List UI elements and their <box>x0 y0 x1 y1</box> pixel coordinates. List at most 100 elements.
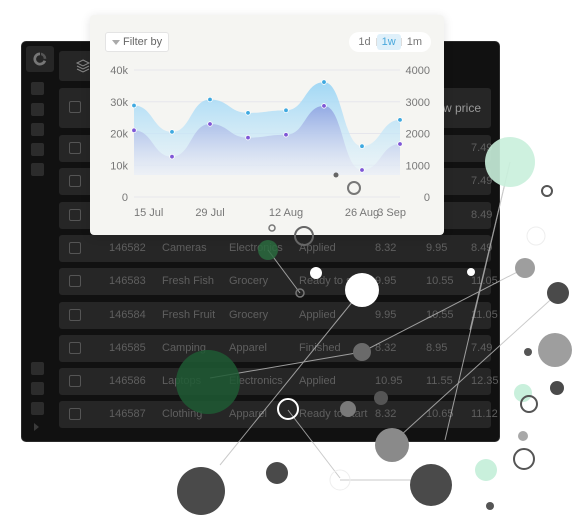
series-purple-point <box>283 132 289 138</box>
row-checkbox[interactable] <box>69 308 81 321</box>
cell-product: Fresh Fish <box>162 275 214 288</box>
cell-p2: 10.55 <box>426 275 454 288</box>
sidebar-item[interactable] <box>31 103 44 116</box>
bubble-grey <box>538 333 572 367</box>
row-checkbox[interactable] <box>69 241 81 254</box>
series-blue-point <box>283 107 289 114</box>
layers-icon <box>75 59 91 73</box>
cell-id: 146583 <box>109 275 146 288</box>
sidebar-item[interactable] <box>31 362 44 375</box>
sidebar-item[interactable] <box>31 143 44 156</box>
cell-p3: 11.05 <box>471 308 498 321</box>
sidebar-item[interactable] <box>31 402 44 415</box>
series-blue-point <box>359 143 365 149</box>
ring <box>541 185 553 197</box>
chart-card: Filter by 1d 1w 1m 0 0 10k 1000 20k 2000 30k 30… <box>90 15 444 235</box>
cell-id: 146585 <box>109 341 146 354</box>
y-left-tick-label: 0 <box>122 192 128 204</box>
cell-p2: 10.65 <box>426 408 454 421</box>
bubble-dark <box>486 502 494 510</box>
cell-category: Grocery <box>229 308 269 321</box>
row-checkbox[interactable] <box>69 275 81 288</box>
table-row[interactable]: 146583 Fresh Fish Grocery Ready to start 9.9… <box>59 268 498 296</box>
sidebar-item[interactable] <box>31 123 44 136</box>
cell-p3: 7.49 <box>471 175 493 188</box>
select-all-checkbox[interactable] <box>69 101 81 113</box>
bubble-dark <box>547 282 569 304</box>
series-purple-point <box>169 153 175 160</box>
row-checkbox[interactable] <box>69 408 81 421</box>
ring <box>513 448 535 470</box>
cell-p2: 8.95 <box>426 341 448 354</box>
series-blue-point <box>207 96 213 103</box>
sidebar-item[interactable] <box>31 163 44 176</box>
x-tick-label: 3 Sep <box>377 207 406 219</box>
cell-status: Ready to start <box>299 408 368 421</box>
cell-p1: 8.32 <box>375 341 397 354</box>
cell-product: Camping <box>162 341 207 354</box>
cell-p3: 12.35 <box>471 375 499 388</box>
cell-p3: 7.49 <box>471 142 493 154</box>
cell-p3: 8.49 <box>471 208 493 221</box>
y-left-tick-label: 30k <box>110 97 128 109</box>
series-blue-point <box>245 110 251 116</box>
y-right-tick-label: 0 <box>424 192 430 204</box>
y-left-tick-label: 40k <box>110 65 128 77</box>
bubble-grey <box>518 431 528 441</box>
table-row[interactable]: 146585 Camping Apparel Finished 8.32 8.95 7.49 <box>59 334 493 362</box>
series-purple-point <box>131 127 137 134</box>
ring <box>329 469 351 491</box>
cell-id: 146586 <box>109 375 146 388</box>
cell-product: Fresh Fruit <box>162 308 216 321</box>
table-row[interactable]: 146586 Laptops Electronics Applied 10.95 11.5… <box>59 368 499 396</box>
cell-p1: 10.95 <box>375 375 403 388</box>
series-purple-point <box>397 141 403 147</box>
bubble-dark <box>524 348 532 356</box>
x-tick-label: 29 Jul <box>195 207 224 219</box>
row-checkbox[interactable] <box>69 175 81 188</box>
row-checkbox[interactable] <box>69 142 81 154</box>
cell-id: 146587 <box>109 408 146 421</box>
cell-p1: 9.95 <box>375 308 397 321</box>
table-row[interactable]: 146587 Clothing Apparel Ready to start 8.32 1… <box>59 401 498 429</box>
cell-status: Applied <box>299 241 336 254</box>
cell-status: Ready to start <box>299 275 368 288</box>
cell-id: 146584 <box>109 308 146 321</box>
cell-p3: 11.12 <box>471 408 498 421</box>
series-purple-point <box>321 103 327 109</box>
row-checkbox[interactable] <box>69 341 81 354</box>
cell-id: 146582 <box>109 241 146 254</box>
cell-product: Cameras <box>162 241 207 254</box>
ring <box>520 395 538 413</box>
bubble-dark <box>550 381 564 395</box>
series-purple-point <box>245 134 251 141</box>
cell-product: Clothing <box>162 408 203 421</box>
cell-category: Electronics <box>229 241 283 254</box>
bubble-mint <box>475 459 497 481</box>
cell-status: Applied <box>299 375 336 388</box>
series-purple-point <box>207 121 213 127</box>
table-row[interactable]: 146584 Fresh Fruit Grocery Applied 9.95 10.55… <box>59 301 498 329</box>
bubble-grey <box>515 258 535 278</box>
series-blue-point <box>321 79 327 85</box>
table-row[interactable]: 146582 Cameras Electronics Applied 8.32 9.95 8… <box>59 234 493 262</box>
x-tick-label: 12 Aug <box>269 207 303 219</box>
bubble-dark <box>177 467 225 515</box>
cell-p3: 7.49 <box>471 341 493 354</box>
cell-p2: 11.55 <box>426 375 453 388</box>
y-left-tick-label: 10k <box>110 160 128 172</box>
ring <box>526 226 546 246</box>
app-logo[interactable] <box>26 46 54 72</box>
row-checkbox[interactable] <box>69 375 81 388</box>
y-right-tick-label: 2000 <box>406 129 430 141</box>
x-tick-label: 26 Aug <box>345 207 379 219</box>
area-chart: 0 0 10k 1000 20k 2000 30k 3000 40k 4000 15 Jul 29 J… <box>110 65 430 219</box>
sidebar-item[interactable] <box>31 382 44 395</box>
sidebar-item[interactable] <box>31 82 44 95</box>
cell-p1: 8.32 <box>375 241 397 254</box>
cell-p3: 8.49 <box>471 241 493 254</box>
expand-arrow-icon[interactable] <box>34 423 39 431</box>
logo-icon <box>33 52 47 66</box>
cell-p2: 10.55 <box>426 308 454 321</box>
row-checkbox[interactable] <box>69 208 81 221</box>
